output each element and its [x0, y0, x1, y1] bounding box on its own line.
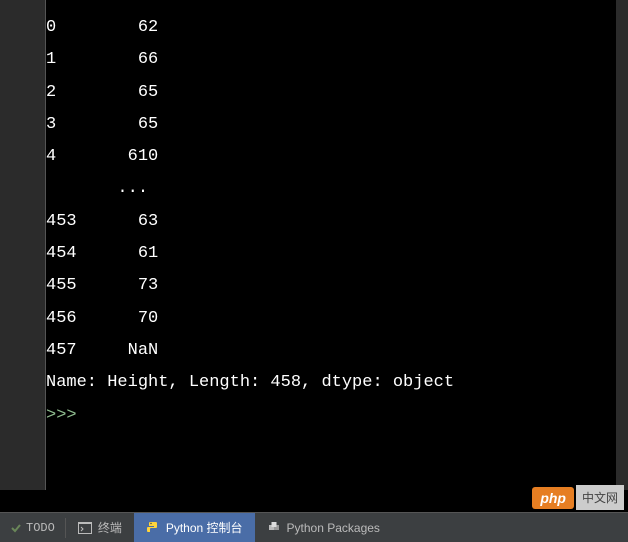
series-row: 0 62 — [46, 12, 628, 44]
series-summary: Name: Height, Length: 458, dtype: object — [46, 367, 628, 399]
series-row: 455 73 — [46, 270, 628, 302]
row-value: 610 — [128, 147, 159, 166]
row-index: 4 — [46, 147, 56, 166]
row-index: 457 — [46, 341, 77, 360]
row-index: 2 — [46, 83, 56, 102]
tab-python-packages[interactable]: Python Packages — [255, 513, 392, 542]
row-value: ... — [117, 179, 158, 198]
row-index: 1 — [46, 50, 56, 69]
scrollbar[interactable] — [616, 0, 628, 490]
editor-gutter — [0, 0, 46, 490]
main-container: 0 62 1 66 2 65 3 65 4 610 ... 453 63 454… — [0, 0, 628, 490]
row-index: 0 — [46, 18, 56, 37]
row-value: 61 — [138, 244, 158, 263]
row-value: 73 — [138, 276, 158, 295]
python-icon — [146, 521, 160, 535]
series-row: 3 65 — [46, 109, 628, 141]
terminal-icon — [78, 522, 92, 534]
row-value: 65 — [138, 83, 158, 102]
row-index: 454 — [46, 244, 77, 263]
php-logo-badge: php — [532, 487, 574, 509]
tab-label: TODO — [26, 521, 55, 535]
series-row: 453 63 — [46, 206, 628, 238]
row-value: 63 — [138, 212, 158, 231]
series-row: 4 610 — [46, 141, 628, 173]
tab-label: Python 控制台 — [166, 519, 243, 536]
tab-terminal[interactable]: 终端 — [66, 513, 134, 542]
row-index: 456 — [46, 309, 77, 328]
tab-label: 终端 — [98, 519, 122, 536]
tab-label: Python Packages — [287, 521, 380, 535]
python-console-output[interactable]: 0 62 1 66 2 65 3 65 4 610 ... 453 63 454… — [46, 0, 628, 490]
row-value: 62 — [138, 18, 158, 37]
series-row: 1 66 — [46, 44, 628, 76]
series-row: 2 65 — [46, 77, 628, 109]
check-icon — [10, 522, 22, 534]
cn-badge: 中文网 — [576, 485, 624, 510]
series-row: 456 70 — [46, 303, 628, 335]
tab-todo[interactable]: TODO — [0, 521, 65, 535]
row-index: 3 — [46, 115, 56, 134]
series-row: 454 61 — [46, 238, 628, 270]
row-value: 66 — [138, 50, 158, 69]
row-index: 453 — [46, 212, 77, 231]
python-prompt[interactable]: >>> — [46, 400, 628, 432]
watermark: php 中文网 — [532, 485, 624, 510]
row-value: 70 — [138, 309, 158, 328]
row-index: 455 — [46, 276, 77, 295]
row-value: NaN — [128, 341, 159, 360]
series-row: 457 NaN — [46, 335, 628, 367]
tab-python-console[interactable]: Python 控制台 — [134, 513, 255, 542]
series-ellipsis: ... — [46, 173, 628, 205]
tool-window-bar: TODO 终端 Python 控制台 Python Packages — [0, 512, 628, 542]
packages-icon — [267, 521, 281, 535]
row-value: 65 — [138, 115, 158, 134]
